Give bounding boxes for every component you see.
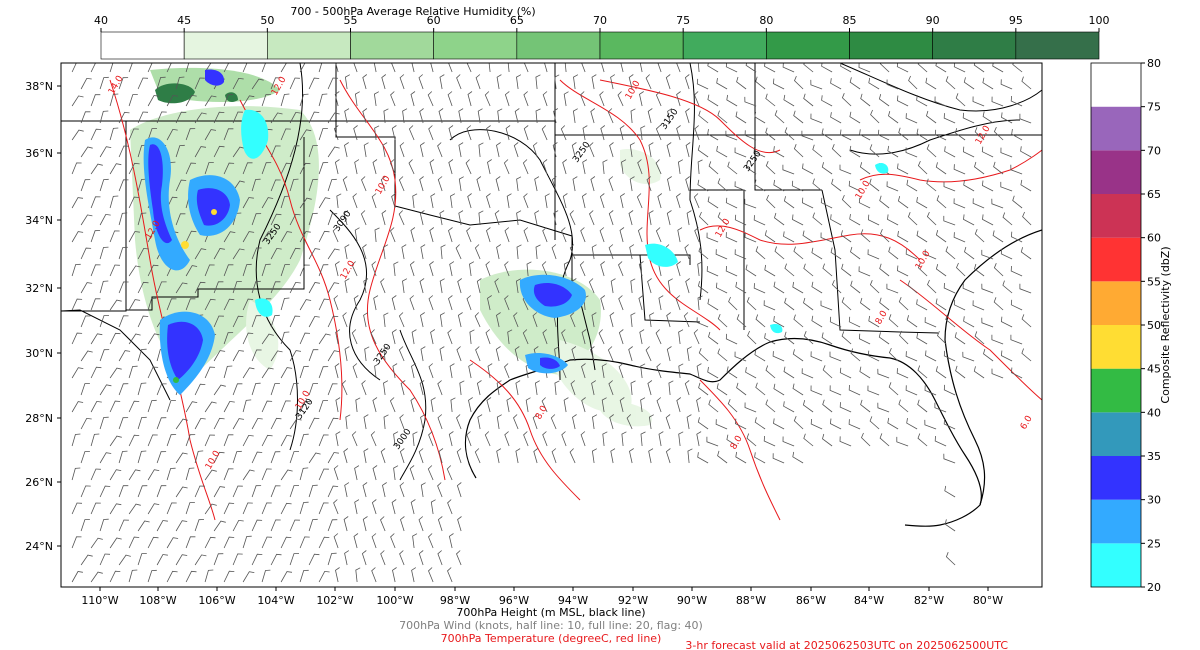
reflectivity-colorbar-segment [1091, 237, 1141, 282]
reflectivity-colorbar-tick-label: 75 [1147, 101, 1161, 114]
longitude-label: 110°W [81, 594, 118, 607]
rh-colorbar-tick-label: 70 [593, 14, 607, 27]
rh-colorbar-segment [100, 31, 185, 60]
latitude-label: 34°N [25, 214, 53, 227]
rh-colorbar-segment [599, 31, 684, 60]
longitude-label: 86°W [796, 594, 826, 607]
reflectivity-colorbar-segment [1091, 150, 1141, 194]
reflectivity-colorbar-tick-label: 80 [1147, 57, 1161, 70]
reflectivity-colorbar-segment [1091, 499, 1141, 544]
reflectivity-colorbar-tick-label: 65 [1147, 188, 1161, 201]
rh-colorbar-tick-label: 90 [926, 14, 940, 27]
latitude-labels: 38°N 36°N 34°N 32°N 30°N 28°N 26°N 24°N [25, 80, 61, 553]
reflectivity-colorbar-tick-label: 25 [1147, 537, 1161, 550]
reflectivity-colorbar-segment [1091, 325, 1141, 369]
longitude-label: 88°W [736, 594, 766, 607]
reflectivity-colorbar-segment [1091, 194, 1141, 238]
reflectivity-colorbar-tick-label: 20 [1147, 581, 1161, 594]
rh-colorbar-segment [433, 31, 518, 60]
rh-colorbar-tick-label: 80 [759, 14, 773, 27]
valid-time-caption: 3-hr forecast valid at 2025062503UTC on … [685, 639, 1008, 650]
latitude-label: 30°N [25, 347, 53, 360]
latitude-label: 28°N [25, 412, 53, 425]
reflectivity-colorbar: 20253035404550556065707580 [1090, 57, 1161, 594]
reflectivity-colorbar-segment [1091, 456, 1141, 500]
longitude-label: 84°W [854, 594, 884, 607]
longitude-label: 82°W [914, 594, 944, 607]
latitude-label: 26°N [25, 476, 53, 489]
longitude-label: 108°W [139, 594, 176, 607]
latitude-label: 36°N [25, 147, 53, 160]
reflectivity-colorbar-segment [1091, 543, 1141, 587]
longitude-labels: 110°W 108°W 106°W 104°W 102°W 100°W 98°W 96°W 94… [81, 587, 1003, 607]
rh-colorbar-tick-label: 40 [94, 14, 108, 27]
rh-colorbar: 40 45 50 55 60 65 70 75 80 85 90 95 100 [94, 14, 1110, 60]
latitude-label: 24°N [25, 540, 53, 553]
longitude-label: 90°W [677, 594, 707, 607]
rh-colorbar-segment [932, 31, 1017, 60]
rh-colorbar-segment [849, 31, 933, 60]
rh-colorbar-tick-label: 100 [1089, 14, 1110, 27]
rh-colorbar-segment [516, 31, 601, 60]
height-caption: 700hPa Height (m MSL, black line) [456, 606, 645, 619]
weather-map-figure: 40 45 50 55 60 65 70 75 80 85 90 95 100 700 - 500hPa… [25, 5, 1172, 650]
reflectivity-colorbar-tick-label: 60 [1147, 232, 1161, 245]
reflectivity-colorbar-segment [1091, 412, 1141, 456]
reflectivity-colorbar-tick-label: 40 [1147, 406, 1161, 419]
latitude-label: 38°N [25, 80, 53, 93]
reflectivity-colorbar-label: Composite Reflectivity (dbZ) [1159, 246, 1172, 403]
reflectivity-colorbar-tick-label: 70 [1147, 144, 1161, 157]
rh-colorbar-tick-label: 45 [177, 14, 191, 27]
longitude-label: 104°W [257, 594, 294, 607]
reflectivity-colorbar-tick-label: 35 [1147, 450, 1161, 463]
rh-colorbar-segment [766, 31, 850, 60]
temperature-caption: 700hPa Temperature (degreeC, red line) [441, 632, 662, 645]
latitude-label: 32°N [25, 282, 53, 295]
rh-colorbar-tick-label: 75 [676, 14, 690, 27]
rh-colorbar-segment [1015, 31, 1100, 60]
rh-colorbar-segment [682, 31, 767, 60]
rh-colorbar-title: 700 - 500hPa Average Relative Humidity (… [290, 5, 535, 18]
wind-caption: 700hPa Wind (knots, half line: 10, full … [399, 619, 703, 632]
reflectivity-colorbar-segment [1091, 281, 1141, 325]
longitude-label: 102°W [316, 594, 353, 607]
rh-colorbar-tick-label: 95 [1009, 14, 1023, 27]
longitude-label: 80°W [973, 594, 1003, 607]
rh-colorbar-tick-label: 85 [843, 14, 857, 27]
longitude-label: 100°W [376, 594, 413, 607]
reflectivity-colorbar-segment [1091, 368, 1141, 413]
rh-colorbar-segment [183, 31, 268, 60]
reflectivity-colorbar-segment [1091, 63, 1141, 107]
rh-colorbar-segment [267, 31, 351, 60]
reflectivity-colorbar-segment [1091, 106, 1141, 151]
rh-colorbar-segment [350, 31, 434, 60]
rh-colorbar-tick-label: 50 [260, 14, 274, 27]
map-panel: 3120300030903250 3250325032503150 14.0 12.… [60, 62, 1043, 588]
longitude-label: 106°W [198, 594, 235, 607]
reflectivity-colorbar-tick-label: 30 [1147, 494, 1161, 507]
